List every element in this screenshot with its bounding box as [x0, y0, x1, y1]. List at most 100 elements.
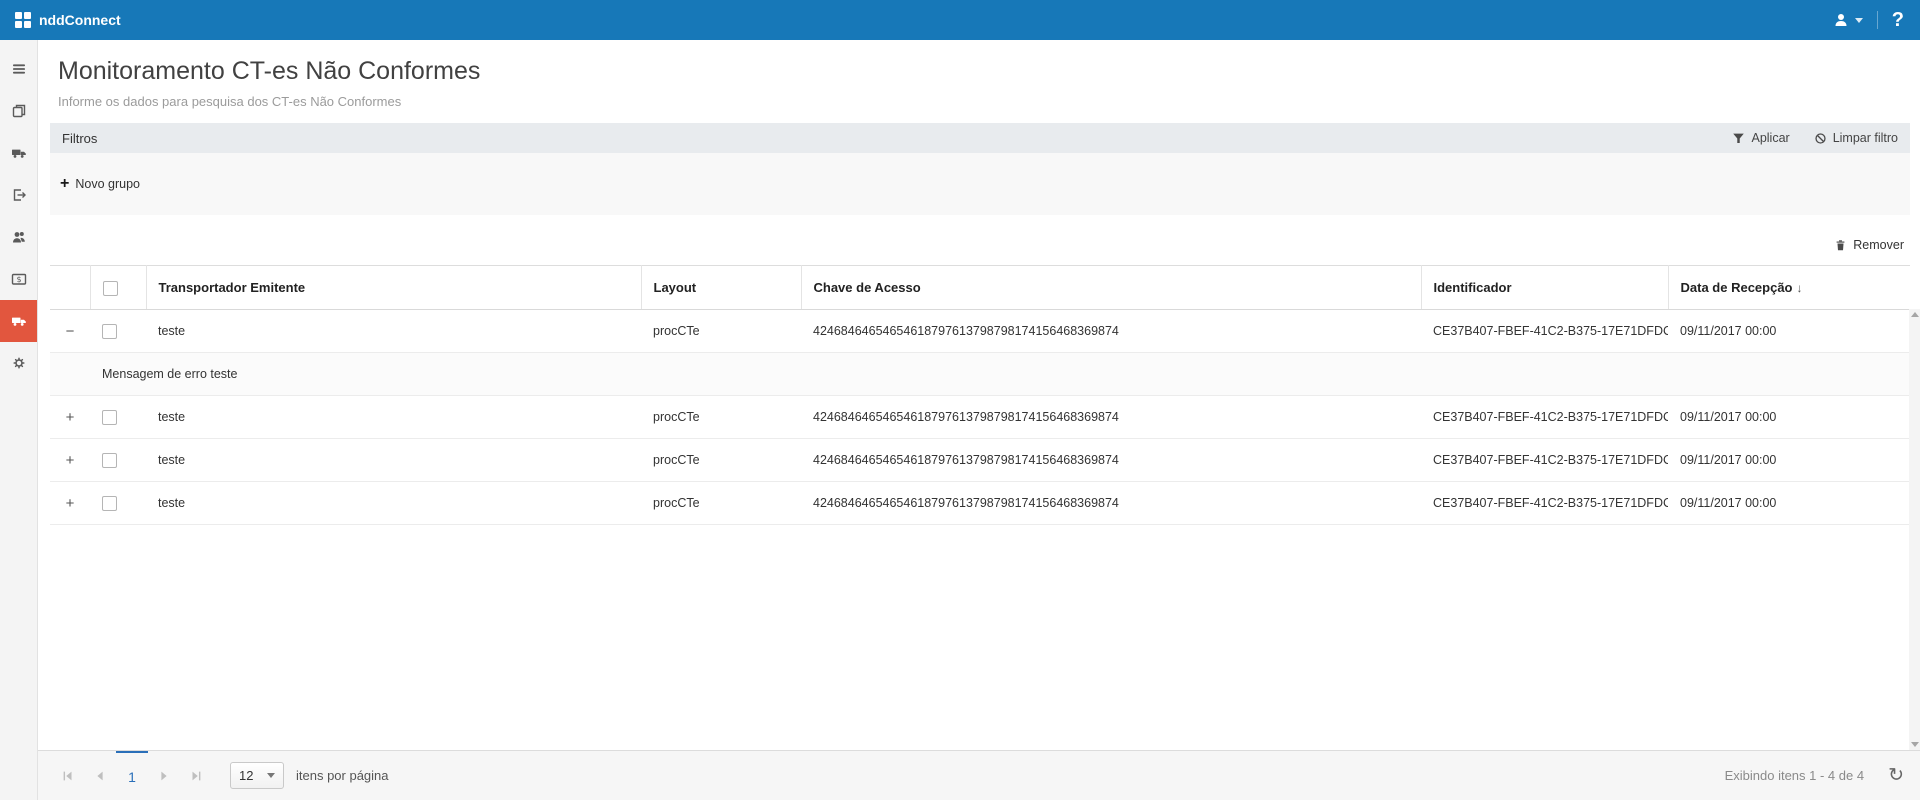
chevron-down-icon — [267, 773, 275, 778]
pager: 1 12 itens por página — [38, 750, 1920, 800]
column-header-transportador[interactable]: Transportador Emitente — [146, 266, 641, 310]
apply-filter-button[interactable]: Aplicar — [1732, 131, 1789, 145]
topbar-right: ? — [1833, 9, 1904, 32]
last-page-icon — [189, 769, 203, 783]
row-checkbox[interactable] — [102, 496, 117, 511]
cell-layout: procCTe — [641, 482, 801, 525]
row-checkbox[interactable] — [102, 324, 117, 339]
users-icon — [11, 229, 27, 245]
vertical-scrollbar[interactable] — [1909, 309, 1920, 750]
sidebar-item-menu[interactable] — [0, 48, 37, 90]
sidebar-item-settings[interactable] — [0, 342, 37, 384]
topbar-divider — [1877, 11, 1878, 29]
detail-row: Mensagem de erro teste — [50, 353, 1910, 396]
cancel-circle-icon — [1814, 132, 1827, 145]
pager-nav: 1 — [52, 751, 212, 800]
cell-transportador: teste — [146, 482, 641, 525]
header-checkbox-cell — [90, 266, 146, 310]
grid: Transportador Emitente Layout Chave de A… — [50, 265, 1910, 525]
detail-message: Mensagem de erro teste — [90, 353, 1910, 396]
hamburger-icon — [11, 61, 27, 77]
export-icon — [11, 187, 27, 203]
scroll-up-icon[interactable] — [1911, 312, 1919, 317]
last-page-button[interactable] — [180, 751, 212, 800]
table-row: − teste procCTe 424684646546546187976137… — [50, 310, 1910, 353]
brand[interactable]: nddConnect — [14, 11, 121, 29]
expand-row-button[interactable]: + — [50, 482, 90, 525]
sidebar-item-export[interactable] — [0, 174, 37, 216]
user-menu-button[interactable] — [1833, 12, 1863, 28]
remove-button[interactable]: Remover — [1834, 238, 1904, 252]
table-row: + teste procCTe 424684646546546187976137… — [50, 482, 1910, 525]
column-header-identificador[interactable]: Identificador — [1421, 266, 1668, 310]
svg-text:$: $ — [16, 275, 21, 284]
filters-bar: Filtros Aplicar Limpar filtro — [50, 123, 1910, 153]
filters-actions: Aplicar Limpar filtro — [1732, 131, 1898, 145]
page-number-current[interactable]: 1 — [116, 751, 148, 800]
sort-desc-icon: ↓ — [1797, 281, 1803, 295]
cell-chave: 4246846465465461879761379879817415646836… — [801, 439, 1421, 482]
main-content: Monitoramento CT-es Não Conformes Inform… — [38, 40, 1920, 800]
page-header: Monitoramento CT-es Não Conformes Inform… — [38, 40, 1920, 109]
cell-chave: 4246846465465461879761379879817415646836… — [801, 396, 1421, 439]
funnel-icon — [1732, 132, 1745, 145]
caret-down-icon — [1855, 18, 1863, 23]
table-row: + teste procCTe 424684646546546187976137… — [50, 439, 1910, 482]
next-page-icon — [157, 769, 171, 783]
cell-transportador: teste — [146, 396, 641, 439]
previous-page-button[interactable] — [84, 751, 116, 800]
first-page-button[interactable] — [52, 751, 84, 800]
column-header-layout[interactable]: Layout — [641, 266, 801, 310]
expand-row-button[interactable]: + — [50, 439, 90, 482]
clear-filter-button[interactable]: Limpar filtro — [1814, 131, 1898, 145]
page-subtitle: Informe os dados para pesquisa dos CT-es… — [58, 94, 1906, 109]
new-group-button[interactable]: + Novo grupo — [60, 177, 140, 191]
clear-filter-label: Limpar filtro — [1833, 131, 1898, 145]
documents-icon — [11, 103, 27, 119]
cell-layout: procCTe — [641, 439, 801, 482]
row-checkbox[interactable] — [102, 453, 117, 468]
cell-data: 09/11/2017 00:00 — [1668, 439, 1910, 482]
collapse-row-button[interactable]: − — [50, 310, 90, 353]
row-checkbox[interactable] — [102, 410, 117, 425]
previous-page-icon — [93, 769, 107, 783]
gear-icon — [11, 355, 27, 371]
header-expand-cell — [50, 266, 90, 310]
sidebar-item-documents[interactable] — [0, 90, 37, 132]
brand-logo-icon — [14, 11, 32, 29]
column-header-chave[interactable]: Chave de Acesso — [801, 266, 1421, 310]
page-size-value: 12 — [239, 768, 253, 783]
refresh-button[interactable]: ↻ — [1888, 766, 1904, 785]
grid-toolbar: Remover — [50, 225, 1910, 265]
page-size-select[interactable]: 12 — [230, 762, 284, 789]
sidebar-item-monitor[interactable] — [0, 132, 37, 174]
remove-label: Remover — [1853, 238, 1904, 252]
expand-row-button[interactable]: + — [50, 396, 90, 439]
topbar: nddConnect ? — [0, 0, 1920, 40]
cell-data: 09/11/2017 00:00 — [1668, 310, 1910, 353]
brand-label: nddConnect — [39, 12, 121, 28]
help-button[interactable]: ? — [1892, 9, 1904, 32]
cell-chave: 4246846465465461879761379879817415646836… — [801, 482, 1421, 525]
table-row: + teste procCTe 424684646546546187976137… — [50, 396, 1910, 439]
column-header-data-recepcao[interactable]: Data de Recepção↓ — [1668, 266, 1910, 310]
sidebar: $ — [0, 40, 38, 800]
sidebar-item-cte-monitoring[interactable] — [0, 300, 37, 342]
cell-layout: procCTe — [641, 310, 801, 353]
cell-chave: 4246846465465461879761379879817415646836… — [801, 310, 1421, 353]
trash-icon — [1834, 239, 1847, 252]
cell-transportador: teste — [146, 310, 641, 353]
cell-identificador: CE37B407-FBEF-41C2-B375-17E71DFDC92F — [1421, 482, 1668, 525]
plus-icon: + — [60, 177, 69, 191]
sidebar-item-billing[interactable]: $ — [0, 258, 37, 300]
pager-right: Exibindo itens 1 - 4 de 4 ↻ — [1725, 766, 1904, 785]
next-page-button[interactable] — [148, 751, 180, 800]
scroll-down-icon[interactable] — [1911, 742, 1919, 747]
cell-data: 09/11/2017 00:00 — [1668, 482, 1910, 525]
sidebar-item-users[interactable] — [0, 216, 37, 258]
select-all-checkbox[interactable] — [103, 281, 118, 296]
billing-icon: $ — [11, 271, 27, 287]
truck-icon — [11, 313, 27, 329]
apply-filter-label: Aplicar — [1751, 131, 1789, 145]
cell-identificador: CE37B407-FBEF-41C2-B375-17E71DFDC92F — [1421, 396, 1668, 439]
